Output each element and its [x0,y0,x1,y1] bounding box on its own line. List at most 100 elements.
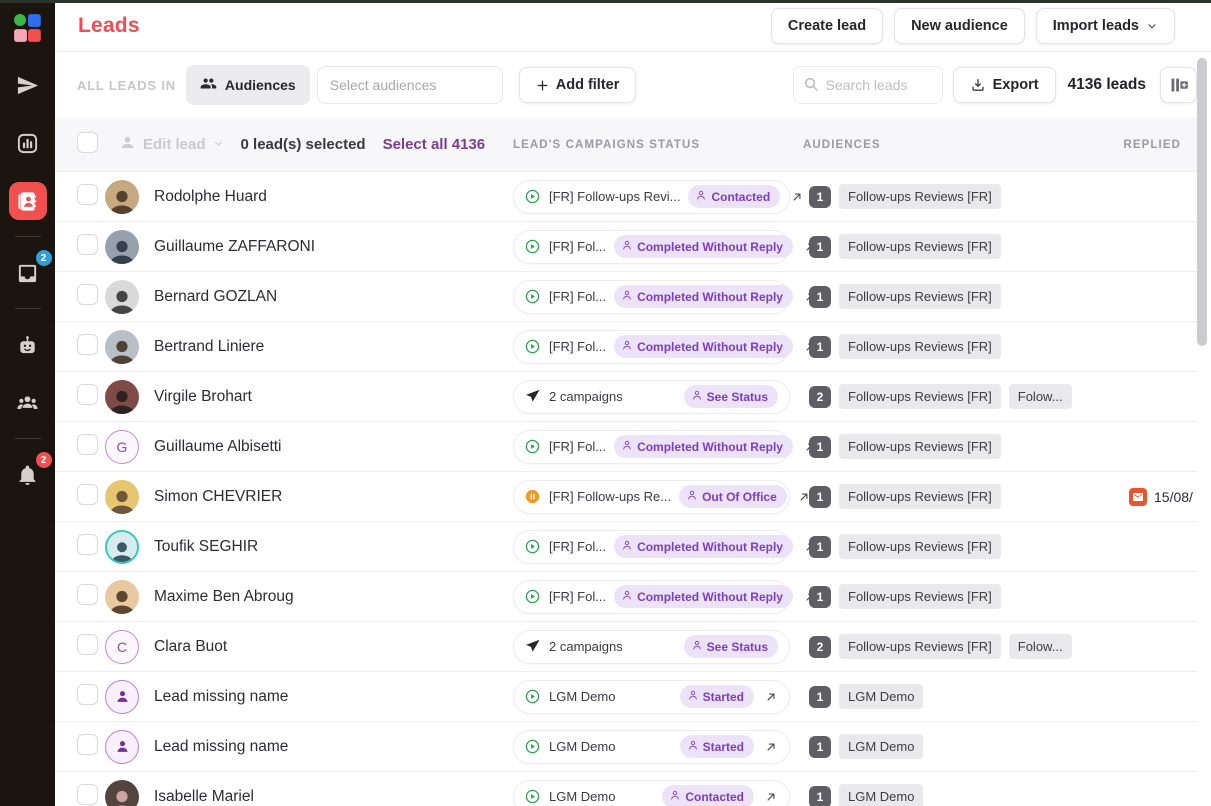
page-title: Leads [78,13,140,37]
campaign-status-label: Completed Without Reply [637,289,783,304]
campaign-status-pill[interactable]: [FR] Fol... Completed Without Reply [513,329,814,364]
export-button[interactable]: Export [952,67,1056,103]
table-row[interactable]: Bernard GOZLAN [FR] Fol... Completed Wit… [55,272,1197,322]
columns-icon[interactable] [1160,67,1197,103]
campaign-status-pill[interactable]: [FR] Fol... Completed Without Reply [513,229,814,264]
lead-name[interactable]: Maxime Ben Abroug [154,588,294,606]
campaign-status-badge[interactable]: Completed Without Reply [614,535,793,558]
table-row[interactable]: Isabelle Mariel LGM Demo Contacted 1 LGM… [55,772,1197,806]
sidebar-divider [14,308,41,309]
row-checkbox[interactable] [77,283,98,305]
campaign-status-pill[interactable]: [FR] Fol... Completed Without Reply [513,579,814,614]
select-audiences-input[interactable] [316,66,503,104]
campaign-status-badge[interactable]: Contacted [662,785,754,806]
external-arrow-icon[interactable] [764,790,778,804]
new-audience-button[interactable]: New audience [894,7,1025,44]
campaign-status-pill[interactable]: [FR] Fol... Completed Without Reply [513,429,814,464]
campaign-name: LGM Demo [549,689,616,704]
row-checkbox[interactable] [77,233,98,255]
create-lead-button[interactable]: Create lead [770,7,884,44]
table-row[interactable]: Bertrand Liniere [FR] Fol... Completed W… [55,322,1197,372]
sidebar-item-team[interactable] [9,384,47,422]
table-row[interactable]: Toufik SEGHIR [FR] Fol... Completed With… [55,522,1197,572]
campaign-status-pill[interactable]: LGM Demo Contacted [513,779,790,806]
row-checkbox[interactable] [77,683,98,705]
lead-name[interactable]: Lead missing name [154,688,288,706]
lead-name[interactable]: Clara Buot [154,638,227,656]
scrollbar-thumb[interactable] [1197,58,1207,346]
campaign-status-pill[interactable]: 2 campaigns See Status [513,629,790,664]
table-row[interactable]: Guillaume ZAFFARONI [FR] Fol... Complete… [55,222,1197,272]
sidebar-item-inbox[interactable]: 2 [9,250,52,292]
lead-name[interactable]: Bernard GOZLAN [154,288,277,306]
avatar [105,729,139,764]
row-checkbox[interactable] [77,733,98,755]
lead-name[interactable]: Guillaume Albisetti [154,438,282,456]
audiences-filter-button[interactable]: Audiences [185,65,310,105]
row-checkbox[interactable] [77,433,98,455]
analytics-icon [16,132,39,155]
row-checkbox[interactable] [77,183,98,205]
campaign-status-label: Completed Without Reply [637,439,783,454]
external-arrow-icon[interactable] [764,690,778,704]
external-arrow-icon[interactable] [764,740,778,754]
row-checkbox[interactable] [77,583,98,605]
row-checkbox[interactable] [77,783,98,805]
campaign-status-badge[interactable]: See Status [683,635,778,658]
lead-name[interactable]: Rodolphe Huard [154,188,267,206]
row-checkbox[interactable] [77,533,98,555]
campaign-status-pill[interactable]: LGM Demo Started [513,729,790,764]
campaign-status-badge[interactable]: Started [679,685,754,708]
campaign-status-pill[interactable]: [FR] Follow-ups Revi... Contacted [513,179,801,214]
campaigns-icon [524,388,541,405]
select-all-link[interactable]: Select all 4136 [383,136,486,153]
table-row[interactable]: Maxime Ben Abroug [FR] Fol... Completed … [55,572,1197,622]
campaign-status-badge[interactable]: Completed Without Reply [614,435,793,458]
sidebar-item-analytics[interactable] [9,124,47,162]
sidebar-item-leads[interactable] [8,182,47,220]
play-circle-icon [524,588,541,605]
campaign-status-badge[interactable]: Completed Without Reply [614,585,793,608]
row-checkbox[interactable] [77,333,98,355]
campaign-status-badge[interactable]: Out Of Office [679,485,787,508]
sidebar-item-send[interactable] [9,66,47,104]
campaign-status-badge[interactable]: Completed Without Reply [614,235,793,258]
sidebar-item-bell[interactable]: 2 [9,452,52,494]
audience-count-badge: 2 [809,635,831,658]
edit-lead-button[interactable]: Edit lead [119,134,224,155]
campaign-status-pill[interactable]: [FR] Fol... Completed Without Reply [513,279,814,314]
audiences-cell: 1 LGM Demo [803,734,1121,759]
campaign-status-pill[interactable]: 2 campaigns See Status [513,379,790,414]
lead-name[interactable]: Lead missing name [154,738,288,756]
lead-name[interactable]: Virgile Brohart [154,388,252,406]
table-row[interactable]: G Guillaume Albisetti [FR] Fol... Comple… [55,422,1197,472]
row-checkbox[interactable] [77,383,98,405]
add-filter-button[interactable]: Add filter [518,67,637,103]
campaign-status-pill[interactable]: [FR] Follow-ups Re... Out Of Office [513,479,808,514]
lead-name[interactable]: Simon CHEVRIER [154,488,282,506]
table-row[interactable]: Virgile Brohart 2 campaigns See Status 2… [55,372,1197,422]
app-logo[interactable] [12,12,44,44]
table-row[interactable]: Simon CHEVRIER [FR] Follow-ups Re... Out… [55,472,1197,522]
campaign-status-pill[interactable]: [FR] Fol... Completed Without Reply [513,529,814,564]
campaign-status-badge[interactable]: Completed Without Reply [614,335,793,358]
import-leads-button[interactable]: Import leads [1035,7,1175,44]
campaign-status-badge[interactable]: Started [679,735,754,758]
campaign-status-pill[interactable]: LGM Demo Started [513,679,790,714]
select-all-checkbox[interactable] [77,131,98,153]
table-row[interactable]: Lead missing name LGM Demo Started 1 LGM… [55,722,1197,772]
table-row[interactable]: C Clara Buot 2 campaigns See Status 2 Fo… [55,622,1197,672]
table-row[interactable]: Lead missing name LGM Demo Started 1 LGM… [55,672,1197,722]
lead-name[interactable]: Isabelle Mariel [154,788,254,806]
sidebar-item-robot[interactable] [9,326,47,364]
campaign-status-badge[interactable]: See Status [683,385,778,408]
import-leads-label: Import leads [1052,17,1139,34]
campaign-status-badge[interactable]: Completed Without Reply [614,285,793,308]
lead-name[interactable]: Toufik SEGHIR [154,538,258,556]
row-checkbox[interactable] [77,483,98,505]
row-checkbox[interactable] [77,633,98,655]
lead-name[interactable]: Bertrand Liniere [154,338,264,356]
campaign-status-badge[interactable]: Contacted [688,185,781,208]
lead-name[interactable]: Guillaume ZAFFARONI [154,238,315,256]
table-row[interactable]: Rodolphe Huard [FR] Follow-ups Revi... C… [55,172,1197,222]
